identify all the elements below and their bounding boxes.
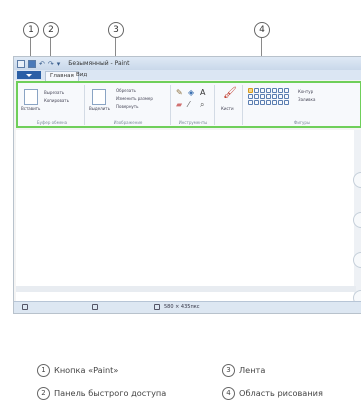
selection-size-icon — [92, 304, 98, 310]
shape-icon[interactable] — [266, 100, 271, 105]
callout-1: 1 — [23, 22, 39, 38]
status-bar: 580 × 435пкс — [14, 301, 361, 313]
shape-icon[interactable] — [260, 88, 265, 93]
select-icon[interactable] — [92, 89, 106, 105]
paint-button[interactable] — [17, 71, 41, 79]
paste-label[interactable]: Вставить — [21, 106, 40, 111]
leader-line-2 — [50, 38, 51, 58]
pencil-icon[interactable]: ✎ — [176, 89, 183, 97]
customize-qat-icon[interactable]: ▾ — [57, 60, 61, 68]
shape-icon[interactable] — [284, 100, 289, 105]
tab-row: Главная Вид — [14, 70, 361, 81]
shape-icon[interactable] — [266, 88, 271, 93]
shapes-gallery[interactable] — [248, 88, 289, 105]
group-label-clipboard: Буфер обмена — [36, 120, 68, 125]
group-tools: ✎ ◈ A ▰ ⁄ ⌕ Инструменты — [172, 85, 215, 125]
dropdown-icon — [26, 74, 32, 77]
legend-number: 1 — [37, 364, 50, 377]
redo-icon[interactable]: ↷ — [48, 60, 54, 68]
group-brushes: 🖌 Кисти — [216, 85, 243, 125]
shape-icon[interactable] — [254, 94, 259, 99]
app-menu-icon[interactable] — [17, 59, 25, 68]
fill-button[interactable]: Заливка — [298, 97, 315, 102]
fill-icon[interactable]: ◈ — [188, 89, 194, 97]
legend-item-3: 3 Лента — [222, 364, 265, 377]
select-label[interactable]: Выделить — [89, 106, 110, 111]
shape-icon[interactable] — [260, 100, 265, 105]
drawing-area[interactable] — [16, 130, 361, 308]
group-label-image: Изображение — [113, 120, 143, 125]
undo-icon[interactable]: ↶ — [39, 60, 45, 68]
legend-item-2: 2 Панель быстрого доступа — [37, 387, 166, 400]
legend-item-4: 4 Область рисования — [222, 387, 323, 400]
color-picker-icon[interactable]: ⁄ — [188, 101, 189, 109]
save-icon[interactable] — [28, 59, 36, 68]
callout-4: 4 — [254, 22, 270, 38]
paint-window: ↶ ↷ ▾ Безымянный - Paint Главная Вид Вст… — [13, 56, 361, 314]
shape-icon[interactable] — [266, 94, 271, 99]
resize-button[interactable]: Изменить размер — [116, 96, 153, 101]
shape-icon[interactable] — [272, 94, 277, 99]
crop-button[interactable]: Обрезать — [116, 88, 136, 93]
tab-view[interactable]: Вид — [72, 71, 91, 80]
shape-icon[interactable] — [254, 88, 259, 93]
image-size-text: 580 × 435пкс — [164, 304, 200, 310]
legend-text: Кнопка «Paint» — [54, 365, 119, 375]
legend-text: Область рисования — [239, 388, 323, 398]
brushes-label[interactable]: Кисти — [221, 106, 234, 111]
shape-icon[interactable] — [284, 94, 289, 99]
group-label-shapes: Фигуры — [293, 120, 311, 125]
group-clipboard: Вставить Вырезать Копировать Буфер обмен… — [20, 85, 85, 125]
shape-icon[interactable] — [248, 100, 253, 105]
cut-button[interactable]: Вырезать — [44, 90, 64, 95]
group-shapes: Контур Заливка Фигуры — [244, 85, 360, 125]
shape-icon[interactable] — [284, 88, 289, 93]
shape-icon[interactable] — [272, 100, 277, 105]
shape-icon[interactable] — [248, 94, 253, 99]
callout-3: 3 — [108, 22, 124, 38]
cursor-position-icon — [22, 304, 28, 310]
callout-2: 2 — [43, 22, 59, 38]
outline-button[interactable]: Контур — [298, 89, 313, 94]
group-image: Выделить Обрезать Изменить размер Поверн… — [86, 85, 171, 125]
legend-number: 4 — [222, 387, 235, 400]
legend-text: Лента — [239, 365, 266, 375]
shape-icon[interactable] — [272, 88, 277, 93]
legend-number: 2 — [37, 387, 50, 400]
horizontal-scrollbar[interactable] — [16, 286, 356, 292]
legend-number: 3 — [222, 364, 235, 377]
shape-icon[interactable] — [248, 88, 253, 93]
copy-button[interactable]: Копировать — [44, 98, 69, 103]
rotate-button[interactable]: Повернуть — [116, 104, 138, 109]
text-icon[interactable]: A — [200, 89, 205, 97]
paste-icon[interactable] — [24, 89, 38, 105]
window-title: Безымянный - Paint — [68, 60, 130, 67]
shape-icon[interactable] — [278, 100, 283, 105]
legend-text: Панель быстрого доступа — [54, 388, 167, 398]
image-size-icon — [154, 304, 160, 310]
shape-icon[interactable] — [254, 100, 259, 105]
shape-icon[interactable] — [278, 88, 283, 93]
eraser-icon[interactable]: ▰ — [176, 101, 182, 109]
magnifier-icon[interactable]: ⌕ — [200, 101, 204, 109]
ribbon: Вставить Вырезать Копировать Буфер обмен… — [16, 81, 361, 128]
group-label-tools: Инструменты — [178, 120, 208, 125]
shape-icon[interactable] — [260, 94, 265, 99]
legend-item-1: 1 Кнопка «Paint» — [37, 364, 118, 377]
shape-icon[interactable] — [278, 94, 283, 99]
brush-icon[interactable]: 🖌 — [223, 87, 237, 98]
title-bar: ↶ ↷ ▾ Безымянный - Paint — [14, 57, 361, 70]
